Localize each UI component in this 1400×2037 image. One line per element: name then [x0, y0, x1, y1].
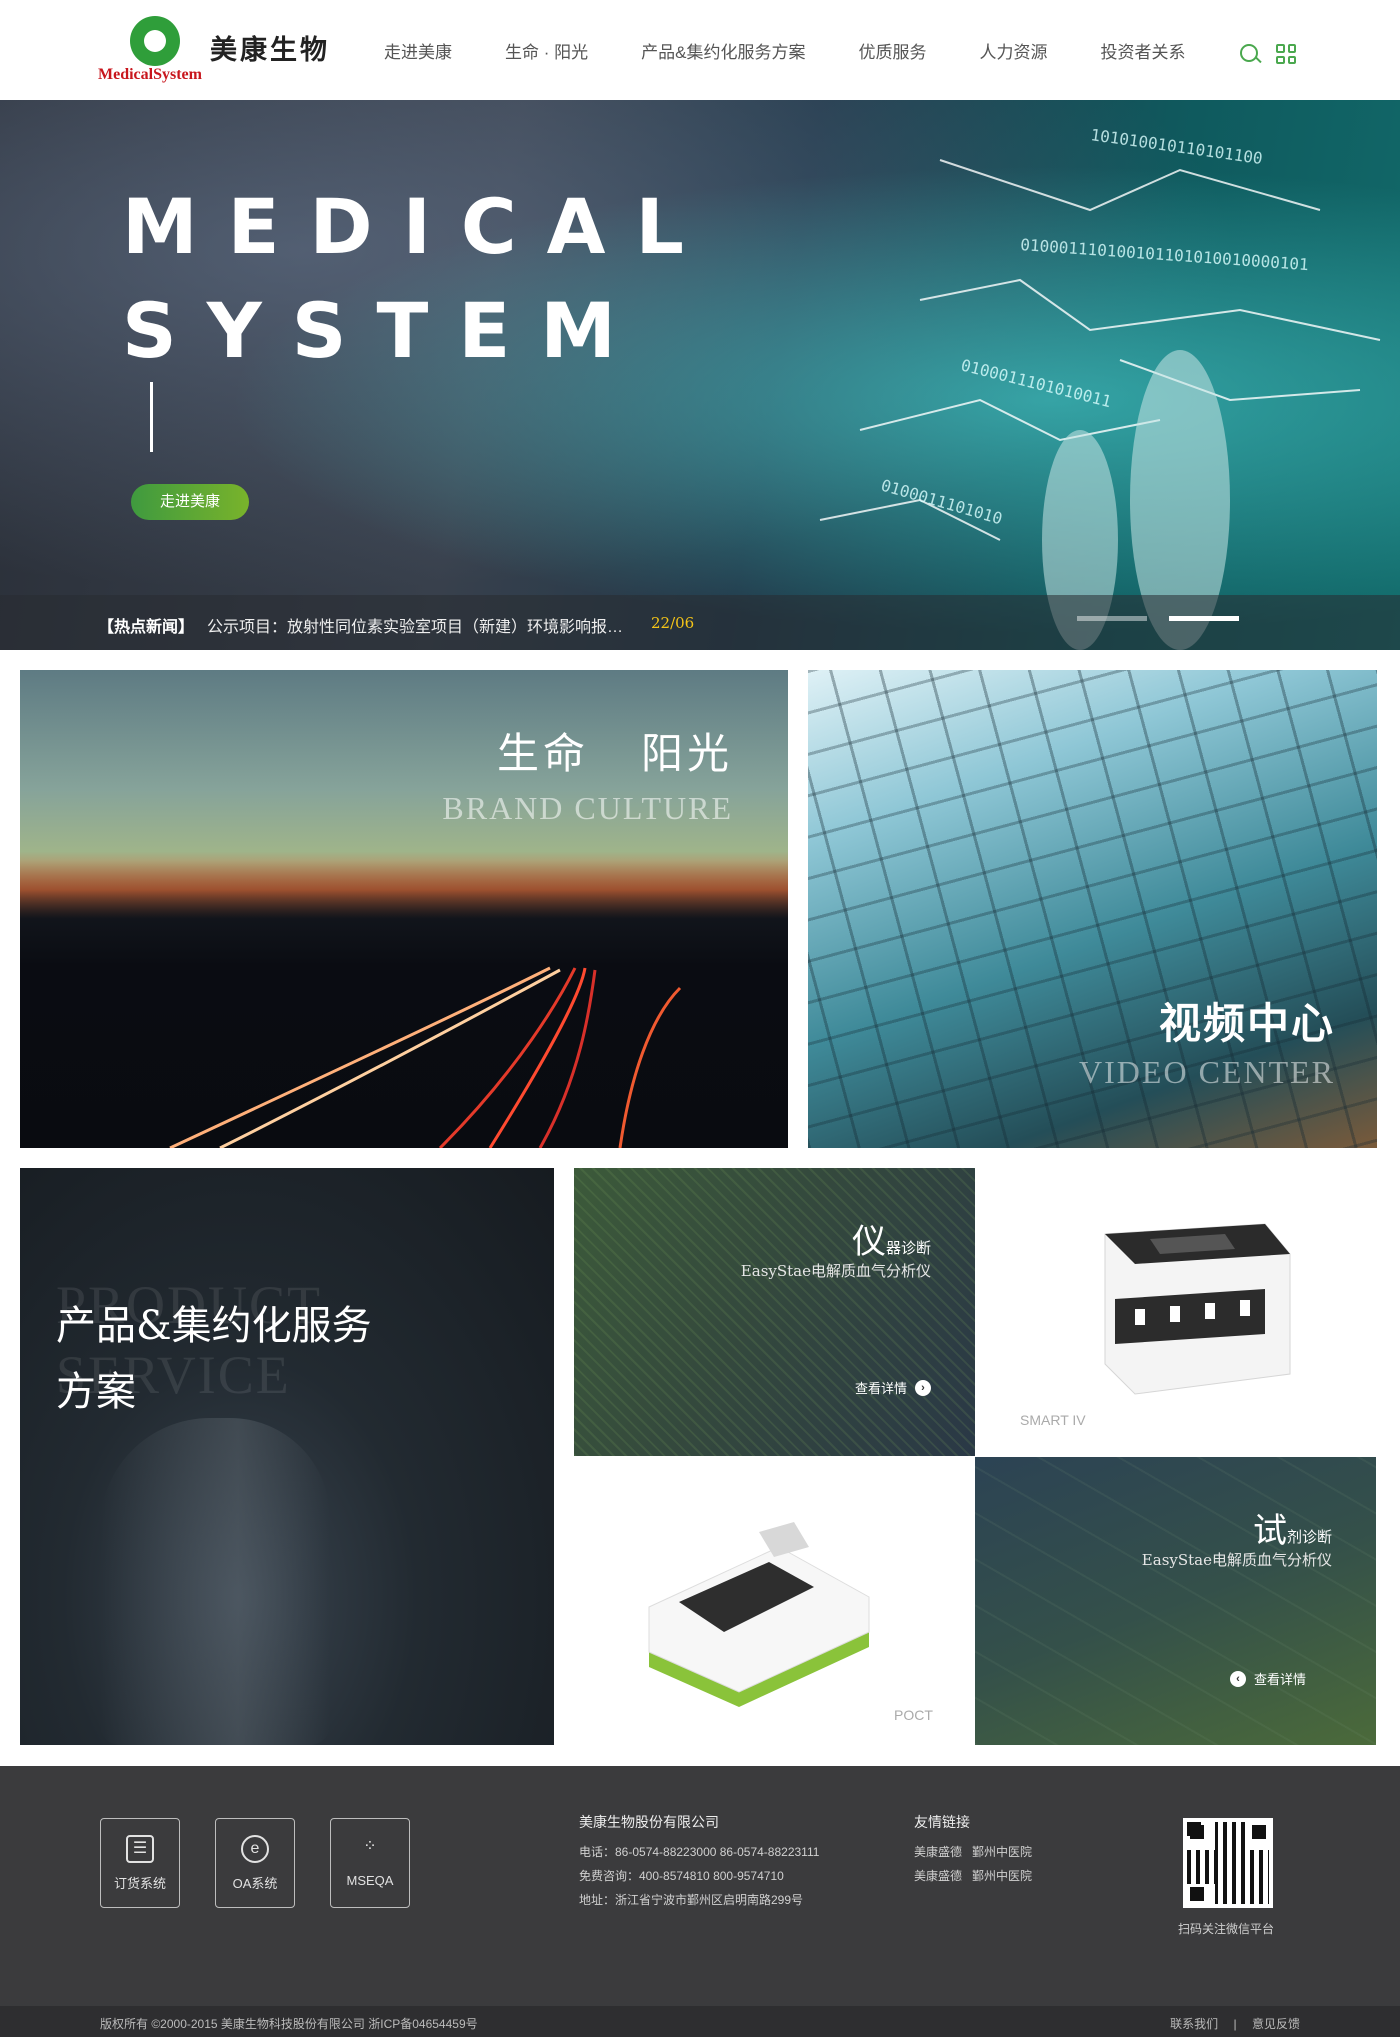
tile-reagent-diagnosis[interactable]: 试剂诊断 EasyStae电解质血气分析仪 ‹ 查看详情 [975, 1457, 1376, 1745]
news-date: 22/06 [651, 614, 695, 632]
svg-text:101010010110101100: 101010010110101100 [1089, 125, 1263, 168]
logo[interactable]: MedicalSystem 美康生物 [98, 16, 348, 86]
hero-decoration: 101010010110101100 010001110100101101010… [819, 125, 1381, 650]
poct-label: POCT [894, 1707, 933, 1723]
nav-item-about[interactable]: 走进美康 [384, 38, 452, 63]
company-address: 地址：浙江省宁波市鄞州区启明南路299号 [579, 1893, 804, 1907]
product-title: 产品&集约化服务方案 [56, 1303, 372, 1415]
links-title: 友情链接 [914, 1814, 970, 1830]
link-separator: | [1233, 2017, 1237, 2031]
hero-banner: 101010010110101100 010001110100101101010… [0, 100, 1400, 650]
slide-indicator-2[interactable] [1169, 616, 1239, 621]
nav-item-hr[interactable]: 人力资源 [979, 38, 1047, 63]
company-info: 美康生物股份有限公司 电话：86-0574-88223000 86-0574-8… [579, 1810, 819, 1912]
nav-item-products[interactable]: 产品&集约化服务方案 [641, 38, 805, 63]
company-phone: 电话：86-0574-88223000 86-0574-88223111 [579, 1845, 820, 1859]
site-footer: ☰ 订货系统 e OA系统 ⁘ MSEQA 美康生物股份有限公司 电话：86-0… [0, 1766, 1400, 2006]
header-tools [1240, 44, 1296, 64]
friend-link[interactable]: 美康盛德 [914, 1869, 962, 1883]
oa-system-button[interactable]: e OA系统 [215, 1818, 295, 1908]
video-subtitle: VIDEO CENTER [1079, 1054, 1335, 1090]
news-tag: 【热点新闻】 [98, 619, 195, 636]
instrument-title: 仪器诊断 [851, 1222, 931, 1262]
life-title: 生命 阳光 [496, 729, 733, 778]
poct-device-image [648, 1522, 870, 1707]
company-name: 美康生物股份有限公司 [579, 1814, 719, 1830]
wechat-qr-code [1183, 1818, 1273, 1908]
reagent-title: 试剂诊断 [1252, 1511, 1332, 1551]
tile-life-sunshine[interactable]: 生命 阳光 BRAND CULTURE [20, 670, 788, 1148]
hero-title-line1: MEDICAL [122, 182, 714, 271]
friend-link[interactable]: 美康盛德 [914, 1845, 962, 1859]
site-header: MedicalSystem 美康生物 走进美康 生命 · 阳光 产品&集约化服务… [0, 0, 1400, 100]
arrow-right-icon: › [915, 1379, 931, 1396]
hero-divider [150, 382, 153, 452]
svg-text:010001110100101101010010000101: 010001110100101101010010000101 [1020, 235, 1310, 274]
mseqa-button[interactable]: ⁘ MSEQA [330, 1818, 410, 1908]
company-hotline: 免费咨询：400-8574810 800-9574710 [579, 1869, 784, 1883]
slide-indicator-1[interactable] [1077, 616, 1147, 621]
highway-light-trails [169, 966, 682, 1148]
order-system-label: 订货系统 [113, 1876, 166, 1891]
smart-iv-label: SMART IV [1020, 1412, 1086, 1428]
footer-links: 联系我们 | 意见反馈 [1158, 2015, 1300, 2032]
slide-indicators [1077, 616, 1239, 621]
network-icon: ⁘ [363, 1838, 377, 1855]
oa-e-icon: e [241, 1835, 269, 1863]
svg-text:0100011101010: 0100011101010 [879, 476, 1005, 529]
reagent-subtitle: EasyStae电解质血气分析仪 [1141, 1551, 1332, 1569]
mseqa-label: MSEQA [346, 1873, 394, 1888]
logo-chinese: 美康生物 [210, 35, 330, 66]
analyzer-device-image [1104, 1223, 1291, 1395]
list-icon: ☰ [126, 1835, 154, 1863]
hero-title: MEDICAL SYSTEM [122, 175, 714, 383]
tile-products-services[interactable]: PRODUCT SERVICE 产品&集约化服务方案 [20, 1168, 554, 1745]
friend-link[interactable]: 鄞州中医院 [972, 1845, 1032, 1859]
contact-link[interactable]: 联系我们 [1170, 2017, 1218, 2031]
hero-about-button[interactable]: 走进美康 [131, 484, 249, 520]
feedback-link[interactable]: 意见反馈 [1252, 2017, 1300, 2031]
svg-text:0100011101010011: 0100011101010011 [959, 355, 1113, 411]
video-title: 视频中心 [1158, 999, 1335, 1048]
reagent-detail-link[interactable]: ‹ 查看详情 [1229, 1669, 1306, 1688]
portrait-image [100, 1418, 330, 1745]
apps-grid-icon[interactable] [1276, 44, 1296, 64]
arrow-left-icon: ‹ [1229, 1670, 1246, 1687]
order-system-button[interactable]: ☰ 订货系统 [100, 1818, 180, 1908]
qr-caption: 扫码关注微信平台 [1178, 1922, 1275, 1936]
nav-item-life-sunshine[interactable]: 生命 · 阳光 [505, 38, 588, 63]
tile-smart-iv[interactable]: SMART IV [975, 1168, 1376, 1456]
search-icon[interactable] [1240, 44, 1258, 62]
tile-instrument-diagnosis[interactable]: 仪器诊断 EasyStae电解质血气分析仪 查看详情 › [574, 1168, 975, 1456]
logo-english: MedicalSystem [98, 66, 202, 83]
copyright-text: 版权所有 ©2000-2015 美康生物科技股份有限公司 浙ICP备046544… [100, 2017, 478, 2031]
tile-poct[interactable]: POCT [574, 1457, 975, 1745]
copyright-bar: 版权所有 ©2000-2015 美康生物科技股份有限公司 浙ICP备046544… [0, 2006, 1400, 2037]
hero-title-line2: SYSTEM [122, 286, 646, 375]
tile-video-center[interactable]: 视频中心 VIDEO CENTER [808, 670, 1377, 1148]
main-nav: 走进美康 生命 · 阳光 产品&集约化服务方案 优质服务 人力资源 投资者关系 [384, 38, 1238, 63]
life-subtitle: BRAND CULTURE [442, 790, 733, 826]
news-ticker: 【热点新闻】 公示项目：放射性同位素实验室项目（新建）环境影响报… 22/06 [0, 595, 1400, 650]
logo-mark-icon [130, 16, 180, 66]
instrument-detail-link[interactable]: 查看详情 › [855, 1378, 931, 1397]
nav-item-service[interactable]: 优质服务 [858, 38, 926, 63]
friend-link[interactable]: 鄞州中医院 [972, 1869, 1032, 1883]
oa-system-label: OA系统 [232, 1876, 278, 1891]
friend-links: 友情链接 美康盛德 鄞州中医院 美康盛德 鄞州中医院 [914, 1810, 1042, 1888]
instrument-subtitle: EasyStae电解质血气分析仪 [740, 1262, 931, 1280]
nav-item-investors[interactable]: 投资者关系 [1100, 38, 1185, 63]
news-headline-link[interactable]: 公示项目：放射性同位素实验室项目（新建）环境影响报… [207, 613, 627, 637]
